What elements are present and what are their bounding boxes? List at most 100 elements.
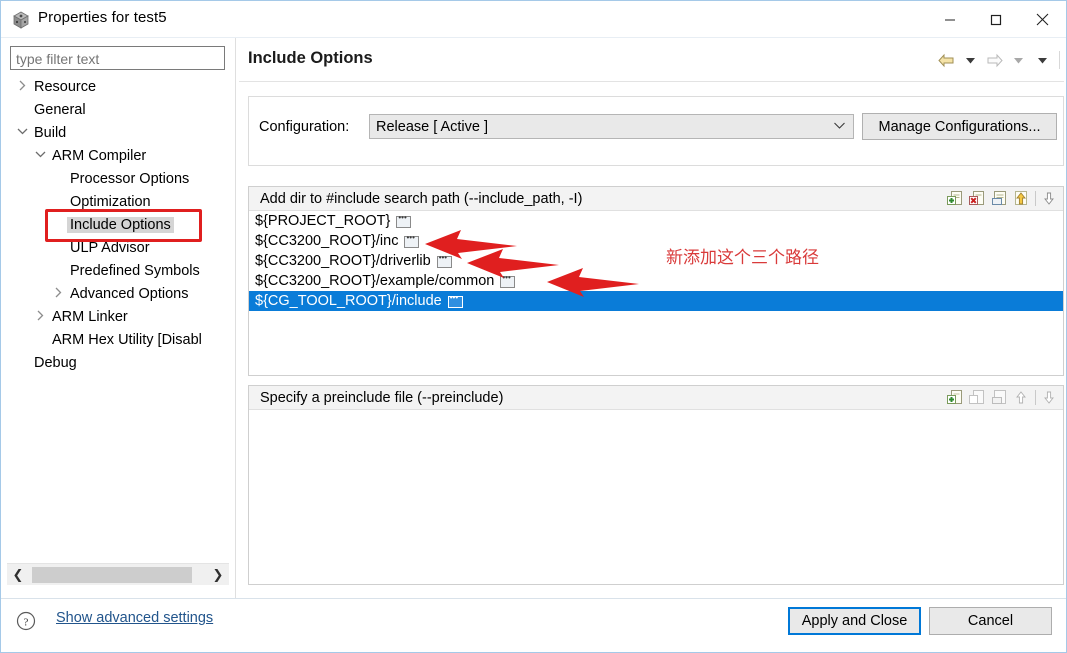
page-title: Include Options (248, 49, 373, 68)
tree-item-label: Include Options (67, 217, 174, 233)
tree-item-label: ARM Linker (49, 309, 131, 325)
tree-item-arm-compiler[interactable]: ARM Compiler (7, 144, 229, 167)
move-down-icon[interactable] (1040, 189, 1059, 208)
apply-and-close-button[interactable]: Apply and Close (788, 607, 921, 635)
manage-configurations-button[interactable]: Manage Configurations... (862, 113, 1057, 140)
include-paths-toolbar (946, 189, 1059, 208)
show-advanced-settings-link[interactable]: Show advanced settings (56, 610, 213, 626)
include-paths-header: Add dir to #include search path (--inclu… (249, 187, 1063, 211)
tree-item-label: Debug (31, 355, 80, 371)
tree-item-label: ARM Hex Utility [Disabl (49, 332, 205, 348)
configuration-value: Release [ Active ] (376, 119, 488, 135)
edit-variable-icon[interactable] (500, 276, 515, 288)
preinclude-toolbar (946, 388, 1059, 407)
forward-arrow-icon (983, 48, 1005, 72)
delete-icon (968, 388, 987, 407)
tree-item-optimization[interactable]: Optimization (7, 190, 229, 213)
window-title: Properties for test5 (38, 9, 167, 26)
tree-item-general[interactable]: General (7, 98, 229, 121)
maximize-button[interactable] (973, 1, 1019, 38)
list-item-value: ${CC3200_ROOT}/example/common (255, 273, 494, 289)
list-item[interactable]: ${CC3200_ROOT}/inc (249, 231, 1063, 251)
minimize-button[interactable] (927, 1, 973, 38)
properties-dialog: Properties for test5 Resource General Buil… (0, 0, 1067, 653)
chevron-down-icon[interactable] (15, 127, 29, 138)
forward-dropdown-icon (1007, 48, 1029, 72)
tree-item-debug[interactable]: Debug (7, 351, 229, 374)
close-button[interactable] (1019, 1, 1065, 38)
cancel-button[interactable]: Cancel (929, 607, 1052, 635)
title-bar: Properties for test5 (1, 1, 1066, 38)
include-paths-list[interactable]: ${PROJECT_ROOT} ${CC3200_ROOT}/inc ${CC320… (249, 211, 1063, 375)
tree-item-label: Resource (31, 79, 99, 95)
preinclude-list[interactable] (249, 410, 1063, 584)
configuration-label: Configuration: (259, 119, 349, 135)
preinclude-group: Specify a preinclude file (--preinclude) (248, 385, 1064, 585)
question-icon[interactable]: ? (15, 610, 37, 632)
move-down-icon (1040, 388, 1059, 407)
panel-divider (235, 38, 236, 598)
include-paths-title: Add dir to #include search path (--inclu… (249, 191, 582, 207)
tree-item-label: Processor Options (67, 171, 192, 187)
list-item[interactable]: ${CG_TOOL_ROOT}/include (249, 291, 1063, 311)
sidebar-horizontal-scrollbar[interactable]: ❮ ❯ (7, 563, 229, 585)
tree-item-label: Predefined Symbols (67, 263, 203, 279)
chevron-down-icon (834, 120, 845, 132)
toolbar-separator (1035, 390, 1036, 405)
tree-item-label: Advanced Options (67, 286, 192, 302)
list-item[interactable]: ${PROJECT_ROOT} (249, 211, 1063, 231)
chevron-right-icon[interactable] (15, 80, 29, 94)
tree-item-predefined-symbols[interactable]: Predefined Symbols (7, 259, 229, 282)
navigation-bar (935, 47, 1060, 73)
tree-item-build[interactable]: Build (7, 121, 229, 144)
preinclude-header: Specify a preinclude file (--preinclude) (249, 386, 1063, 410)
edit-variable-icon[interactable] (437, 256, 452, 268)
configuration-group: Configuration: Release [ Active ] Manage… (248, 96, 1064, 166)
include-paths-group: Add dir to #include search path (--inclu… (248, 186, 1064, 376)
nav-separator (1059, 51, 1060, 69)
chevron-right-icon[interactable] (51, 287, 65, 301)
edit-variable-icon[interactable] (396, 216, 411, 228)
tree-item-resource[interactable]: Resource (7, 75, 229, 98)
header-divider (239, 81, 1064, 82)
tree-item-label: Build (31, 125, 69, 141)
list-item[interactable]: ${CC3200_ROOT}/example/common (249, 271, 1063, 291)
svg-text:?: ? (24, 617, 29, 629)
scrollbar-thumb[interactable] (32, 567, 192, 583)
configuration-dropdown[interactable]: Release [ Active ] (369, 114, 854, 139)
edit-icon (990, 388, 1009, 407)
tree-item-ulp-advisor[interactable]: ULP Advisor (7, 236, 229, 259)
list-item-value: ${CC3200_ROOT}/inc (255, 233, 398, 249)
view-menu-icon[interactable] (1031, 48, 1053, 72)
back-arrow-icon[interactable] (935, 48, 957, 72)
edit-icon[interactable] (990, 189, 1009, 208)
chevron-right-icon[interactable] (33, 310, 47, 324)
tree-item-include-options[interactable]: Include Options (7, 213, 229, 236)
cube-icon (11, 10, 31, 30)
toolbar-separator (1035, 191, 1036, 206)
back-dropdown-icon[interactable] (959, 48, 981, 72)
add-icon[interactable] (946, 388, 965, 407)
list-item-value: ${CC3200_ROOT}/driverlib (255, 253, 431, 269)
delete-icon[interactable] (968, 189, 987, 208)
list-item[interactable]: ${CC3200_ROOT}/driverlib (249, 251, 1063, 271)
scroll-right-icon[interactable]: ❯ (207, 564, 229, 586)
dialog-footer: ? Show advanced settings Apply and Close… (1, 599, 1066, 652)
tree-item-arm-hex-utility-disabl[interactable]: ARM Hex Utility [Disabl (7, 328, 229, 351)
scroll-left-icon[interactable]: ❮ (7, 564, 29, 586)
move-up-icon (1012, 388, 1031, 407)
tree-item-arm-linker[interactable]: ARM Linker (7, 305, 229, 328)
edit-variable-icon[interactable] (448, 296, 463, 308)
tree-item-advanced-options[interactable]: Advanced Options (7, 282, 229, 305)
preinclude-title: Specify a preinclude file (--preinclude) (249, 390, 503, 406)
tree-item-label: Optimization (67, 194, 154, 210)
tree-item-label: ARM Compiler (49, 148, 149, 164)
filter-input[interactable] (10, 46, 225, 70)
tree-item-processor-options[interactable]: Processor Options (7, 167, 229, 190)
settings-tree[interactable]: Resource General Build ARM Compiler Processo… (7, 75, 229, 557)
move-up-icon[interactable] (1012, 189, 1031, 208)
add-icon[interactable] (946, 189, 965, 208)
chevron-down-icon[interactable] (33, 150, 47, 161)
tree-item-label: General (31, 102, 89, 118)
edit-variable-icon[interactable] (404, 236, 419, 248)
